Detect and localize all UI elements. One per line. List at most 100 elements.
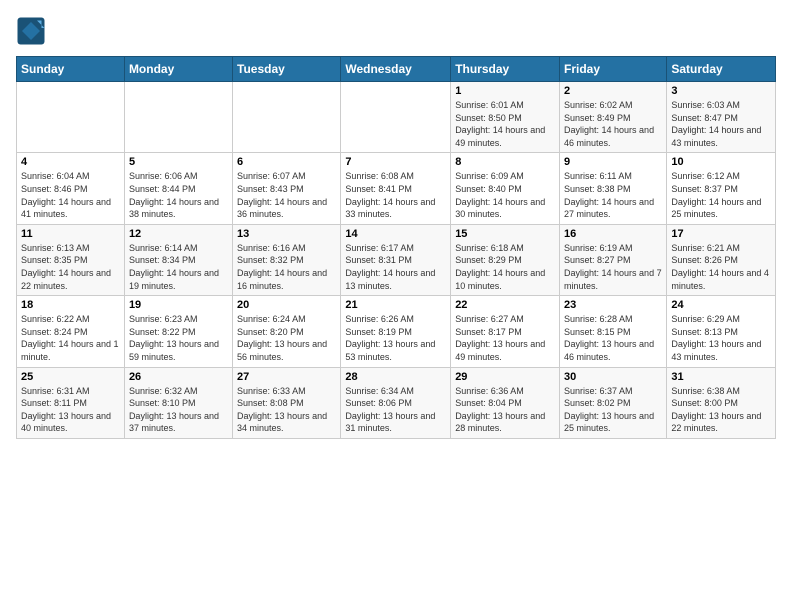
- day-cell: 8 Sunrise: 6:09 AM Sunset: 8:40 PM Dayli…: [451, 153, 560, 224]
- day-cell: 1 Sunrise: 6:01 AM Sunset: 8:50 PM Dayli…: [451, 82, 560, 153]
- day-number: 3: [671, 85, 771, 97]
- day-info: Sunrise: 6:28 AM Sunset: 8:15 PM Dayligh…: [564, 313, 662, 363]
- day-cell: 6 Sunrise: 6:07 AM Sunset: 8:43 PM Dayli…: [233, 153, 341, 224]
- day-info: Sunrise: 6:17 AM Sunset: 8:31 PM Dayligh…: [345, 242, 446, 292]
- day-number: 8: [455, 156, 555, 168]
- day-number: 7: [345, 156, 446, 168]
- day-info: Sunrise: 6:32 AM Sunset: 8:10 PM Dayligh…: [129, 385, 228, 435]
- day-info: Sunrise: 6:06 AM Sunset: 8:44 PM Dayligh…: [129, 170, 228, 220]
- day-number: 19: [129, 299, 228, 311]
- day-cell: 14 Sunrise: 6:17 AM Sunset: 8:31 PM Dayl…: [341, 224, 451, 295]
- day-number: 24: [671, 299, 771, 311]
- day-number: 11: [21, 228, 120, 240]
- day-cell: 20 Sunrise: 6:24 AM Sunset: 8:20 PM Dayl…: [233, 296, 341, 367]
- logo-icon: [16, 16, 46, 46]
- day-cell: 7 Sunrise: 6:08 AM Sunset: 8:41 PM Dayli…: [341, 153, 451, 224]
- day-cell: 25 Sunrise: 6:31 AM Sunset: 8:11 PM Dayl…: [17, 367, 125, 438]
- week-row-3: 11 Sunrise: 6:13 AM Sunset: 8:35 PM Dayl…: [17, 224, 776, 295]
- day-number: 2: [564, 85, 662, 97]
- day-cell: 3 Sunrise: 6:03 AM Sunset: 8:47 PM Dayli…: [667, 82, 776, 153]
- week-row-1: 1 Sunrise: 6:01 AM Sunset: 8:50 PM Dayli…: [17, 82, 776, 153]
- day-cell: 11 Sunrise: 6:13 AM Sunset: 8:35 PM Dayl…: [17, 224, 125, 295]
- header-tuesday: Tuesday: [233, 57, 341, 82]
- week-row-4: 18 Sunrise: 6:22 AM Sunset: 8:24 PM Dayl…: [17, 296, 776, 367]
- day-cell: [341, 82, 451, 153]
- day-cell: 30 Sunrise: 6:37 AM Sunset: 8:02 PM Dayl…: [560, 367, 667, 438]
- day-info: Sunrise: 6:34 AM Sunset: 8:06 PM Dayligh…: [345, 385, 446, 435]
- day-info: Sunrise: 6:37 AM Sunset: 8:02 PM Dayligh…: [564, 385, 662, 435]
- day-info: Sunrise: 6:19 AM Sunset: 8:27 PM Dayligh…: [564, 242, 662, 292]
- day-info: Sunrise: 6:36 AM Sunset: 8:04 PM Dayligh…: [455, 385, 555, 435]
- day-number: 5: [129, 156, 228, 168]
- day-cell: 18 Sunrise: 6:22 AM Sunset: 8:24 PM Dayl…: [17, 296, 125, 367]
- day-number: 16: [564, 228, 662, 240]
- day-info: Sunrise: 6:08 AM Sunset: 8:41 PM Dayligh…: [345, 170, 446, 220]
- day-number: 30: [564, 371, 662, 383]
- day-cell: 23 Sunrise: 6:28 AM Sunset: 8:15 PM Dayl…: [560, 296, 667, 367]
- day-info: Sunrise: 6:09 AM Sunset: 8:40 PM Dayligh…: [455, 170, 555, 220]
- day-cell: 12 Sunrise: 6:14 AM Sunset: 8:34 PM Dayl…: [124, 224, 232, 295]
- header-thursday: Thursday: [451, 57, 560, 82]
- day-info: Sunrise: 6:21 AM Sunset: 8:26 PM Dayligh…: [671, 242, 771, 292]
- header-saturday: Saturday: [667, 57, 776, 82]
- calendar-header-row: SundayMondayTuesdayWednesdayThursdayFrid…: [17, 57, 776, 82]
- day-number: 23: [564, 299, 662, 311]
- day-cell: [233, 82, 341, 153]
- day-info: Sunrise: 6:13 AM Sunset: 8:35 PM Dayligh…: [21, 242, 120, 292]
- day-info: Sunrise: 6:27 AM Sunset: 8:17 PM Dayligh…: [455, 313, 555, 363]
- day-info: Sunrise: 6:04 AM Sunset: 8:46 PM Dayligh…: [21, 170, 120, 220]
- day-info: Sunrise: 6:02 AM Sunset: 8:49 PM Dayligh…: [564, 99, 662, 149]
- header: [16, 16, 776, 46]
- day-info: Sunrise: 6:11 AM Sunset: 8:38 PM Dayligh…: [564, 170, 662, 220]
- day-cell: 2 Sunrise: 6:02 AM Sunset: 8:49 PM Dayli…: [560, 82, 667, 153]
- day-info: Sunrise: 6:24 AM Sunset: 8:20 PM Dayligh…: [237, 313, 336, 363]
- day-info: Sunrise: 6:26 AM Sunset: 8:19 PM Dayligh…: [345, 313, 446, 363]
- day-number: 12: [129, 228, 228, 240]
- day-info: Sunrise: 6:16 AM Sunset: 8:32 PM Dayligh…: [237, 242, 336, 292]
- day-cell: 15 Sunrise: 6:18 AM Sunset: 8:29 PM Dayl…: [451, 224, 560, 295]
- day-info: Sunrise: 6:38 AM Sunset: 8:00 PM Dayligh…: [671, 385, 771, 435]
- calendar-table: SundayMondayTuesdayWednesdayThursdayFrid…: [16, 56, 776, 439]
- day-info: Sunrise: 6:01 AM Sunset: 8:50 PM Dayligh…: [455, 99, 555, 149]
- day-number: 15: [455, 228, 555, 240]
- day-number: 28: [345, 371, 446, 383]
- day-info: Sunrise: 6:18 AM Sunset: 8:29 PM Dayligh…: [455, 242, 555, 292]
- day-number: 26: [129, 371, 228, 383]
- day-number: 20: [237, 299, 336, 311]
- day-info: Sunrise: 6:22 AM Sunset: 8:24 PM Dayligh…: [21, 313, 120, 363]
- week-row-5: 25 Sunrise: 6:31 AM Sunset: 8:11 PM Dayl…: [17, 367, 776, 438]
- day-cell: 9 Sunrise: 6:11 AM Sunset: 8:38 PM Dayli…: [560, 153, 667, 224]
- day-info: Sunrise: 6:07 AM Sunset: 8:43 PM Dayligh…: [237, 170, 336, 220]
- day-info: Sunrise: 6:23 AM Sunset: 8:22 PM Dayligh…: [129, 313, 228, 363]
- day-cell: 17 Sunrise: 6:21 AM Sunset: 8:26 PM Dayl…: [667, 224, 776, 295]
- day-cell: [124, 82, 232, 153]
- day-cell: 5 Sunrise: 6:06 AM Sunset: 8:44 PM Dayli…: [124, 153, 232, 224]
- day-number: 6: [237, 156, 336, 168]
- day-number: 9: [564, 156, 662, 168]
- week-row-2: 4 Sunrise: 6:04 AM Sunset: 8:46 PM Dayli…: [17, 153, 776, 224]
- day-cell: [17, 82, 125, 153]
- header-wednesday: Wednesday: [341, 57, 451, 82]
- day-number: 10: [671, 156, 771, 168]
- day-cell: 13 Sunrise: 6:16 AM Sunset: 8:32 PM Dayl…: [233, 224, 341, 295]
- day-number: 21: [345, 299, 446, 311]
- day-cell: 27 Sunrise: 6:33 AM Sunset: 8:08 PM Dayl…: [233, 367, 341, 438]
- day-info: Sunrise: 6:03 AM Sunset: 8:47 PM Dayligh…: [671, 99, 771, 149]
- day-info: Sunrise: 6:14 AM Sunset: 8:34 PM Dayligh…: [129, 242, 228, 292]
- header-sunday: Sunday: [17, 57, 125, 82]
- day-info: Sunrise: 6:33 AM Sunset: 8:08 PM Dayligh…: [237, 385, 336, 435]
- day-cell: 4 Sunrise: 6:04 AM Sunset: 8:46 PM Dayli…: [17, 153, 125, 224]
- day-cell: 19 Sunrise: 6:23 AM Sunset: 8:22 PM Dayl…: [124, 296, 232, 367]
- day-cell: 31 Sunrise: 6:38 AM Sunset: 8:00 PM Dayl…: [667, 367, 776, 438]
- day-number: 4: [21, 156, 120, 168]
- header-friday: Friday: [560, 57, 667, 82]
- day-cell: 10 Sunrise: 6:12 AM Sunset: 8:37 PM Dayl…: [667, 153, 776, 224]
- header-monday: Monday: [124, 57, 232, 82]
- day-number: 17: [671, 228, 771, 240]
- day-number: 31: [671, 371, 771, 383]
- day-cell: 21 Sunrise: 6:26 AM Sunset: 8:19 PM Dayl…: [341, 296, 451, 367]
- day-cell: 26 Sunrise: 6:32 AM Sunset: 8:10 PM Dayl…: [124, 367, 232, 438]
- day-number: 25: [21, 371, 120, 383]
- day-cell: 28 Sunrise: 6:34 AM Sunset: 8:06 PM Dayl…: [341, 367, 451, 438]
- day-cell: 24 Sunrise: 6:29 AM Sunset: 8:13 PM Dayl…: [667, 296, 776, 367]
